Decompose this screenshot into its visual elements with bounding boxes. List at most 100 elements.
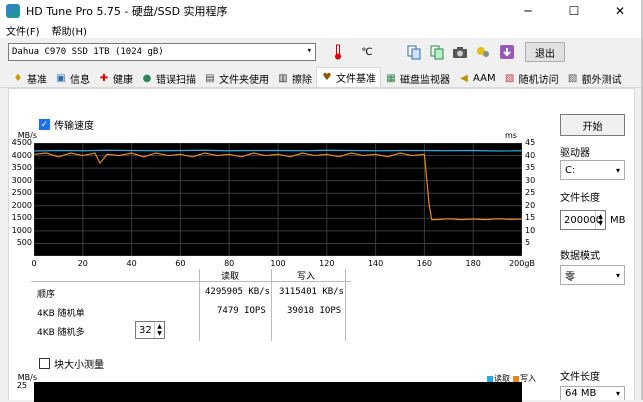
data-mode-value: 零 — [565, 271, 575, 283]
x-tick: 40 — [126, 259, 137, 268]
tab-disk-monitor[interactable]: ▦ 磁盘监视器 — [381, 69, 454, 87]
y-tick-right: 40 — [525, 150, 536, 160]
transfer-chart-svg — [33, 142, 523, 257]
y-tick-right: 45 — [525, 138, 536, 147]
app-icon — [6, 4, 20, 18]
queue-depth-spinner[interactable]: 32 ▲ ▼ — [135, 321, 165, 339]
lower-file-length-value: 64 MB — [565, 388, 597, 399]
x-tick: 160 — [416, 259, 433, 268]
drive-select-value: Dahua C970 SSD 1TB (1024 gB) — [12, 47, 164, 57]
disk-monitor-icon: ▦ — [386, 72, 396, 84]
x-tick: 0 — [31, 259, 37, 268]
results-divider — [31, 281, 351, 282]
drive-dropdown-value: C: — [565, 164, 576, 176]
save-icon[interactable] — [498, 43, 516, 61]
file-length-spinner[interactable]: 200000 ▲ ▼ — [560, 210, 606, 230]
lower-file-length-dropdown[interactable]: 64 MB ▾ — [560, 386, 625, 400]
y-unit-right: ms — [505, 131, 517, 140]
transfer-speed-checkbox[interactable]: ✓ — [39, 119, 50, 130]
start-button[interactable]: 开始 — [560, 114, 625, 136]
menu-bar: 文件(F) 帮助(H) — [0, 22, 643, 38]
copy-all-icon[interactable] — [428, 43, 446, 61]
tab-health[interactable]: ✚ 健康 — [94, 69, 137, 87]
queue-depth-value: 32 — [139, 324, 152, 336]
benchmark-icon: ♦ — [13, 72, 23, 84]
transfer-speed-label: 传输速度 — [54, 121, 94, 132]
extra-tests-icon: ▨ — [567, 72, 578, 84]
x-tick: 120 — [319, 259, 335, 268]
tab-extra-tests[interactable]: ▨ 额外测试 — [563, 69, 626, 87]
block-size-checkbox[interactable] — [39, 358, 50, 369]
y-tick-left: 3000 — [11, 175, 32, 185]
read-series-line — [33, 149, 523, 152]
chevron-down-icon: ▾ — [615, 389, 620, 398]
row-4k-single-label: 4KB 随机单 — [37, 309, 85, 319]
y-tick-right: 5 — [525, 238, 531, 248]
folder-usage-icon: ▤ — [205, 72, 215, 84]
results-col-divider-2 — [271, 269, 272, 341]
x-tick: 140 — [367, 259, 384, 268]
y-tick-left: 1000 — [11, 225, 32, 235]
erase-icon: ▥ — [278, 72, 288, 84]
y-tick-left: 2500 — [11, 188, 32, 198]
title-bar: HD Tune Pro 5.75 - 硬盘/SSD 实用程序 ─ ☐ ✕ — [0, 0, 643, 22]
legend-write-swatch — [513, 375, 519, 382]
menu-help[interactable]: 帮助(H) — [46, 23, 93, 38]
chevron-down-icon: ▾ — [615, 165, 620, 175]
tab-erase[interactable]: ▥ 擦除 — [273, 69, 316, 87]
y-tick-right: 30 — [525, 175, 536, 185]
copy-icon[interactable] — [405, 43, 423, 61]
tab-file-benchmark[interactable]: ♥ 文件基准 — [316, 67, 381, 87]
options-icon[interactable] — [474, 43, 492, 61]
y-tick-left: 4500 — [11, 138, 32, 147]
block-size-label: 块大小测量 — [54, 360, 104, 371]
aam-icon: ◀ — [460, 72, 468, 84]
drive-label: 驱动器 — [560, 148, 590, 159]
tab-aam[interactable]: ◀ AAM — [454, 69, 500, 87]
maximize-button[interactable]: ☐ — [551, 0, 597, 22]
transfer-chart — [33, 142, 523, 257]
row-4k-single-read: 7479 IOPS — [217, 306, 266, 316]
data-mode-dropdown[interactable]: 零 ▾ — [560, 265, 625, 285]
minimize-button[interactable]: ─ — [505, 0, 551, 22]
chevron-down-icon: ▾ — [615, 270, 620, 280]
tab-benchmark[interactable]: ♦ 基准 — [8, 69, 51, 87]
y-tick-right: 20 — [525, 200, 536, 210]
row-sequential-label: 顺序 — [37, 290, 56, 300]
x-tick: 80 — [224, 259, 235, 268]
spinner-arrows-icon[interactable]: ▲ ▼ — [595, 211, 605, 229]
y-tick-left: 3500 — [11, 163, 32, 173]
results-col-divider-3 — [345, 269, 346, 341]
temperature-value-icon: ℃ — [361, 46, 373, 58]
y-tick-left: 2000 — [11, 200, 32, 210]
drive-select[interactable]: Dahua C970 SSD 1TB (1024 gB) ▾ — [8, 43, 316, 61]
y-tick-right: 25 — [525, 188, 536, 198]
transfer-speed-checkbox-row[interactable]: ✓ 传输速度 — [39, 117, 94, 132]
file-benchmark-icon: ♥ — [322, 72, 332, 83]
block-size-checkbox-row[interactable]: 块大小测量 — [39, 356, 104, 371]
tab-folder-usage[interactable]: ▤ 文件夹使用 — [200, 69, 273, 87]
tab-error-scan[interactable]: ● 错误扫描 — [137, 69, 200, 87]
close-button[interactable]: ✕ — [597, 0, 643, 22]
drive-dropdown[interactable]: C: ▾ — [560, 160, 625, 180]
camera-icon[interactable] — [451, 43, 469, 61]
error-scan-icon: ● — [142, 72, 152, 84]
row-sequential-write: 3115401 KB/s — [279, 287, 345, 297]
window-title: HD Tune Pro 5.75 - 硬盘/SSD 实用程序 — [26, 5, 228, 18]
menu-file[interactable]: 文件(F) — [0, 23, 46, 38]
x-tick: 200gB — [509, 259, 535, 268]
lower-y-tick: 25 — [16, 381, 27, 390]
toolbar: Dahua C970 SSD 1TB (1024 gB) ▾ ℃ 退出 — [0, 38, 643, 66]
spinner-arrows-icon[interactable]: ▲ ▼ — [154, 322, 164, 338]
tab-strip: ♦ 基准 ▣ 信息 ✚ 健康 ● 错误扫描 ▤ 文件夹使用 ▥ 擦除 ♥ 文件基准 ▦ 磁盘监视… — [0, 67, 643, 88]
y-tick-right: 35 — [525, 163, 536, 173]
exit-button[interactable]: 退出 — [525, 42, 565, 62]
file-length-label: 文件长度 — [560, 193, 600, 204]
tab-info[interactable]: ▣ 信息 — [51, 69, 94, 87]
info-icon: ▣ — [56, 72, 66, 84]
health-icon: ✚ — [99, 72, 109, 84]
file-benchmark-panel: ✓ 传输速度 MB/s ms 4500 4000 3500 3000 2500 2000 1… — [8, 88, 635, 402]
y-tick-right: 15 — [525, 213, 536, 223]
y-tick-right: 10 — [525, 225, 536, 235]
tab-random-access[interactable]: ▧ 随机访问 — [500, 69, 563, 87]
